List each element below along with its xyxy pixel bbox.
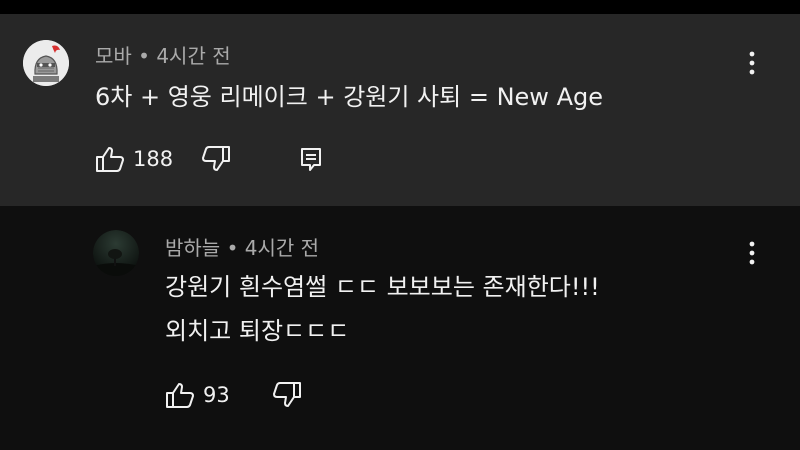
- avatar[interactable]: [93, 230, 139, 276]
- more-vert-icon[interactable]: [742, 238, 762, 268]
- more-vert-icon[interactable]: [742, 48, 762, 78]
- top-bar: [0, 0, 800, 14]
- reply-meta: 밤하늘 • 4시간 전: [165, 232, 319, 261]
- like-count: 188: [133, 147, 174, 171]
- thumbs-down-icon: [202, 146, 231, 171]
- reply-text-line2: 외치고 퇴장ㄷㄷㄷ: [165, 317, 350, 345]
- like-button[interactable]: 188: [95, 145, 173, 173]
- comment-meta: 모바 • 4시간 전: [95, 40, 231, 69]
- thumbs-up-icon: [166, 383, 194, 408]
- meta-separator: •: [138, 44, 150, 68]
- like-button[interactable]: 93: [165, 381, 230, 409]
- reply-actions: 93: [165, 381, 302, 409]
- comment-thread: 모바 • 4시간 전 6차 + 영웅 리메이크 + 강원기 사퇴 = New A…: [0, 14, 800, 206]
- comment-time[interactable]: 4시간 전: [245, 236, 319, 260]
- night-sky-tree-icon: [93, 230, 139, 276]
- thumbs-up-icon: [96, 147, 124, 172]
- comment-text: 6차 + 영웅 리메이크 + 강원기 사퇴 = New Age: [95, 83, 603, 111]
- dislike-button[interactable]: [272, 381, 302, 409]
- meta-separator: •: [226, 236, 239, 260]
- comment-actions: 188: [95, 145, 323, 173]
- author-name[interactable]: 밤하늘: [165, 236, 220, 260]
- reply-icon: [301, 148, 322, 171]
- comment-time[interactable]: 4시간 전: [156, 44, 230, 68]
- reply-text-line1: 강원기 흰수염썰 ㄷㄷ 보보보는 존재한다!!!: [165, 273, 600, 301]
- knight-helmet-icon: [23, 40, 69, 86]
- like-count: 93: [203, 383, 230, 407]
- avatar[interactable]: [23, 40, 69, 86]
- thumbs-down-icon: [272, 382, 301, 407]
- author-name[interactable]: 모바: [95, 44, 132, 68]
- reply-thread: 밤하늘 • 4시간 전 강원기 흰수염썰 ㄷㄷ 보보보는 존재한다!!! 외치고…: [0, 206, 800, 450]
- reply-button[interactable]: [299, 146, 323, 172]
- dislike-button[interactable]: [201, 145, 231, 173]
